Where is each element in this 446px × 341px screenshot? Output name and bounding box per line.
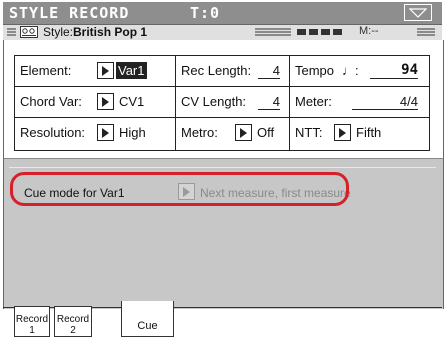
- chord-var-value[interactable]: CV1: [119, 94, 144, 109]
- page-title: STYLE RECORD: [9, 4, 130, 22]
- style-name-display: Style:British Pop 1: [43, 25, 147, 39]
- rec-length-param: Rec Length: 4: [176, 56, 290, 87]
- ntt-value[interactable]: Fifth: [356, 125, 381, 140]
- title-bar: STYLE RECORD T:0: [3, 2, 442, 24]
- resolution-label: Resolution:: [20, 125, 86, 140]
- chord-var-label: Chord Var:: [20, 94, 82, 109]
- rec-length-label: Rec Length:: [181, 63, 252, 78]
- style-bar: Style:British Pop 1 M:--: [3, 24, 442, 41]
- cv-length-value[interactable]: 4: [258, 94, 280, 110]
- meter-label: Meter:: [295, 94, 332, 109]
- beat-indicator: [309, 29, 318, 35]
- cv-length-label: CV Length:: [181, 94, 247, 109]
- ntt-select-arrow[interactable]: [334, 124, 351, 141]
- metro-select-arrow[interactable]: [235, 124, 252, 141]
- ntt-param: NTT: Fifth: [290, 118, 429, 150]
- divider-lines-icon: [417, 28, 435, 36]
- menu-lines-icon: [7, 28, 16, 36]
- tab-label: Record: [56, 314, 90, 325]
- element-param: Element: Var1: [15, 56, 176, 87]
- quarter-note-icon: ♩:: [342, 63, 359, 78]
- resolution-param: Resolution: High: [15, 118, 176, 150]
- rec-length-value[interactable]: 4: [258, 63, 280, 79]
- resolution-select-arrow[interactable]: [97, 124, 114, 141]
- beat-indicator: [321, 29, 330, 35]
- tab-record-2[interactable]: Record 2: [54, 306, 92, 337]
- tab-cue[interactable]: Cue: [121, 301, 174, 337]
- tempo-indicator: T:0: [190, 4, 221, 22]
- cue-panel: Cue mode for Var1 Next measure, first me…: [3, 158, 444, 309]
- tempo-param: Tempo ♩: 94: [290, 56, 429, 87]
- ntt-label: NTT:: [295, 125, 323, 140]
- tab-label: Cue: [137, 320, 158, 332]
- divider-lines-icon: [255, 28, 291, 36]
- element-label: Element:: [20, 63, 72, 78]
- resolution-value[interactable]: High: [119, 125, 146, 140]
- measure-counter: M:--: [359, 25, 379, 37]
- style-prefix: Style:: [43, 25, 74, 39]
- tab-label: Record: [15, 314, 49, 325]
- tab-record-1[interactable]: Record 1: [14, 306, 50, 337]
- page-tabs: Record 1 Record 2 Cue: [3, 300, 442, 341]
- meter-value[interactable]: 4/4: [352, 94, 418, 110]
- parameter-grid: Element: Var1 Rec Length: 4 Tempo ♩: 94 …: [14, 55, 430, 151]
- page-menu-button[interactable]: [404, 4, 432, 21]
- style-record-screen: STYLE RECORD T:0 Style:British Pop 1 M:-…: [0, 0, 446, 341]
- meter-param: Meter: 4/4: [290, 87, 429, 118]
- tab-label: 1: [29, 325, 35, 336]
- tempo-label: Tempo: [295, 63, 335, 78]
- tempo-value[interactable]: 94: [370, 62, 418, 79]
- beat-indicator: [333, 29, 342, 35]
- chord-var-param: Chord Var: CV1: [15, 87, 176, 118]
- highlight-annotation: [10, 172, 349, 206]
- cv-length-param: CV Length: 4: [176, 87, 290, 118]
- metro-value[interactable]: Off: [257, 125, 274, 140]
- element-value[interactable]: Var1: [116, 62, 147, 79]
- tab-label: 2: [70, 325, 76, 336]
- metro-param: Metro: Off: [176, 118, 290, 150]
- style-icon: [20, 26, 38, 38]
- chord-var-select-arrow[interactable]: [97, 93, 114, 110]
- element-select-arrow[interactable]: [97, 62, 114, 79]
- style-name: British Pop 1: [73, 25, 148, 39]
- beat-indicator: [297, 29, 306, 35]
- panel-divider: [9, 167, 436, 168]
- triangle-down-icon: [409, 8, 427, 18]
- metro-label: Metro:: [181, 125, 218, 140]
